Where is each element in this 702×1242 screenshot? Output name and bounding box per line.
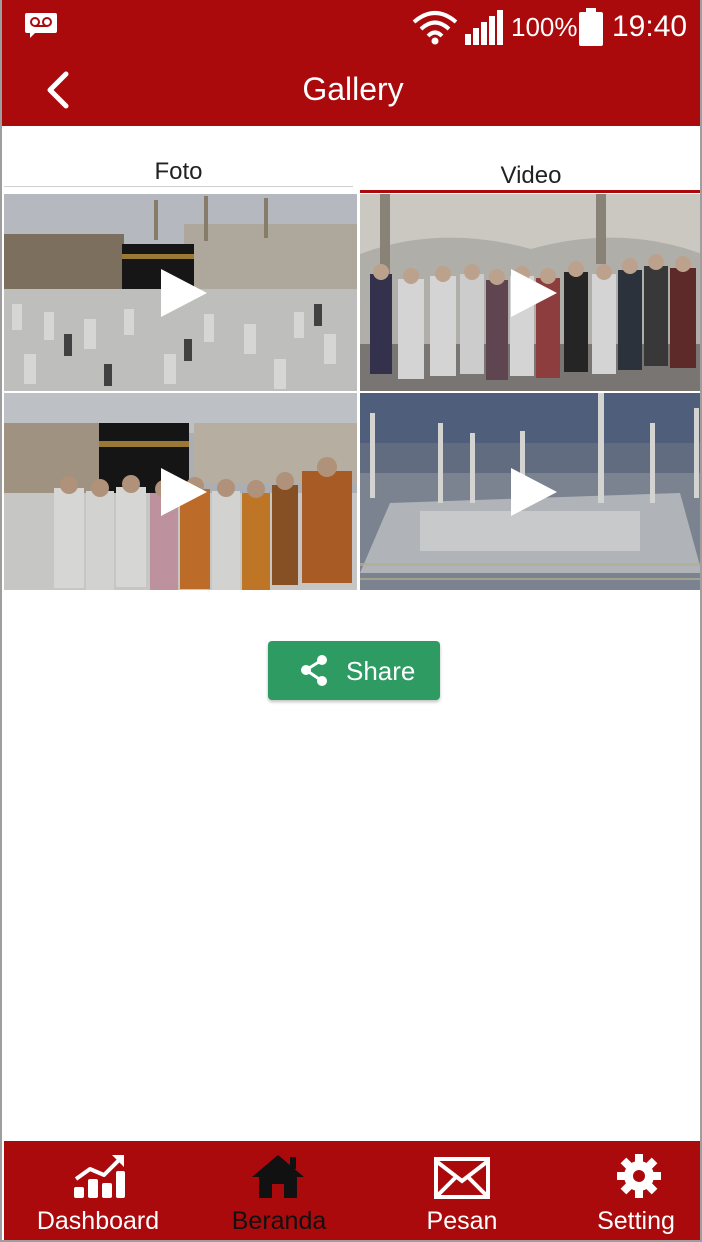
mail-icon — [434, 1157, 490, 1199]
wifi-icon — [412, 11, 458, 45]
nav-label-setting: Setting — [597, 1207, 675, 1235]
tab-video-label: Video — [500, 162, 562, 189]
play-icon — [160, 467, 207, 516]
play-icon — [511, 268, 557, 317]
nav-item-pesan[interactable]: Pesan — [394, 1141, 530, 1240]
page-title: Gallery — [302, 71, 404, 107]
tab-foto[interactable]: Foto — [4, 126, 353, 194]
tab-divider — [4, 186, 353, 187]
app-screen: 100% 19:40 Gallery Foto Video Share Dash… — [0, 0, 702, 1242]
home-icon — [252, 1155, 304, 1198]
status-clock: 19:40 — [612, 10, 688, 43]
signal-icon — [465, 10, 503, 45]
nav-item-beranda[interactable]: Beranda — [204, 1141, 354, 1240]
video-grid — [4, 194, 700, 590]
play-icon — [511, 467, 557, 516]
video-thumbnail-4[interactable] — [360, 393, 700, 590]
nav-label-pesan: Pesan — [426, 1207, 498, 1235]
nav-label-dashboard: Dashboard — [36, 1207, 160, 1235]
gear-icon — [617, 1154, 661, 1198]
dashboard-chart-icon — [74, 1155, 125, 1198]
video-thumbnail-3[interactable] — [4, 393, 357, 590]
tab-video[interactable]: Video — [360, 126, 700, 194]
tab-selected-indicator — [360, 190, 700, 193]
nav-label-beranda: Beranda — [231, 1207, 327, 1235]
share-icon — [301, 655, 327, 686]
video-thumbnail-1[interactable] — [4, 194, 357, 391]
share-label: Share — [346, 656, 416, 686]
play-icon — [160, 268, 207, 317]
app-bar: Gallery — [2, 56, 700, 126]
nav-item-dashboard[interactable]: Dashboard — [22, 1141, 174, 1240]
bottom-navigation: Dashboard Beranda Pesan Setting — [4, 1141, 700, 1240]
tab-foto-label: Foto — [154, 158, 203, 185]
gallery-tabs: Foto Video — [4, 126, 700, 194]
battery-percentage: 100% — [511, 12, 578, 42]
share-button[interactable]: Share — [268, 641, 440, 700]
video-thumbnail-2[interactable] — [360, 194, 700, 391]
status-bar: 100% 19:40 — [2, 0, 700, 56]
battery-icon — [579, 8, 603, 46]
nav-item-setting[interactable]: Setting — [570, 1141, 700, 1240]
voicemail-icon — [25, 13, 57, 38]
